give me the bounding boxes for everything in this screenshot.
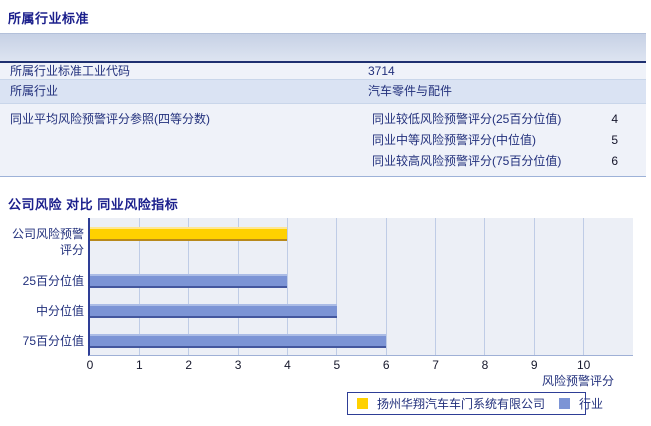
section-title-risk-comparison: 公司风险 对比 同业风险指标 xyxy=(8,197,179,212)
x-tick-label: 4 xyxy=(284,358,291,372)
chart-x-axis-label: 风险预警评分 xyxy=(541,374,614,388)
table-row-industry: 所属行业 汽车零件与配件 xyxy=(0,80,646,104)
subrow-low-risk: 同业较低风险预警评分(25百分位值) 4 xyxy=(368,109,646,130)
x-tick-label: 9 xyxy=(530,358,538,372)
chart-category-label: 公司风险预警 评分 xyxy=(11,227,84,257)
legend-swatch-industry xyxy=(559,398,571,409)
subrow-value: 4 xyxy=(611,112,618,126)
x-tick-label: 8 xyxy=(481,358,489,372)
table-row-industry-code: 所属行业标准工业代码 3714 xyxy=(0,63,646,80)
industry-risk-report-page: 所属行业标准 所属行业标准工业代码 3714 所属行业 汽车零件与配件 同业平均… xyxy=(0,0,651,426)
gridline xyxy=(484,218,486,355)
chart-category-label: 中分位值 xyxy=(35,304,84,318)
x-tick-label: 0 xyxy=(86,358,94,372)
chart-category-labels: 公司风险预警 评分 25百分位值中分位值 75百分位值 xyxy=(6,218,84,356)
x-tick-label: 7 xyxy=(432,358,439,372)
legend-label-company: 扬州华翔汽车车门系统有限公司 xyxy=(377,397,546,411)
legend-swatch-company xyxy=(357,398,368,409)
x-tick-label: 2 xyxy=(185,358,193,372)
row-label: 所属行业标准工业代码 xyxy=(10,64,131,78)
chart-category-label: 75百分位值 xyxy=(22,334,84,348)
x-tick-label: 6 xyxy=(382,358,390,372)
subrow-value: 6 xyxy=(611,154,618,168)
chart-bar-industry xyxy=(90,304,337,318)
table-header-band xyxy=(0,33,646,63)
x-tick-label: 1 xyxy=(136,358,143,372)
subrow-value: 5 xyxy=(611,133,618,147)
subrow-label: 同业中等风险预警评分(中位值) xyxy=(372,133,536,147)
subrow-medium-risk: 同业中等风险预警评分(中位值) 5 xyxy=(368,130,646,151)
chart-bar-industry xyxy=(90,334,387,348)
chart-bar-industry xyxy=(90,274,288,288)
legend-label-industry: 行业 xyxy=(579,397,604,411)
peer-score-subrows: 同业较低风险预警评分(25百分位值) 4 同业中等风险预警评分(中位值) 5 同… xyxy=(368,109,646,172)
subrow-label: 同业较高风险预警评分(75百分位值) xyxy=(372,154,562,168)
section-title-industry-standard: 所属行业标准 xyxy=(8,11,90,26)
chart-category-label: 25百分位值 xyxy=(22,274,84,288)
row-label: 同业平均风险预警评分参照(四等分数) xyxy=(10,112,210,126)
industry-standard-table: 所属行业标准工业代码 3714 所属行业 汽车零件与配件 同业平均风险预警评分参… xyxy=(0,33,646,177)
subrow-label: 同业较低风险预警评分(25百分位值) xyxy=(372,112,562,126)
chart-legend: 扬州华翔汽车车门系统有限公司 行业 xyxy=(347,392,603,415)
subrow-high-risk: 同业较高风险预警评分(75百分位值) 6 xyxy=(368,151,646,172)
row-value: 汽车零件与配件 xyxy=(368,84,453,98)
row-label: 所属行业 xyxy=(10,84,59,98)
gridline xyxy=(533,218,535,355)
table-row-peer-score-reference: 同业平均风险预警评分参照(四等分数) 同业较低风险预警评分(25百分位值) 4 … xyxy=(0,104,646,177)
x-tick-label: 5 xyxy=(333,358,341,372)
gridline xyxy=(435,218,437,355)
chart-bar-company xyxy=(90,227,288,241)
x-tick-label: 10 xyxy=(576,358,591,372)
risk-comparison-chart-plot xyxy=(88,218,633,356)
chart-x-axis-ticks: 0 1 2 3 4 5 6 7 8 9 10 xyxy=(86,358,633,372)
x-tick-label: 3 xyxy=(234,358,242,372)
row-value: 3714 xyxy=(368,64,395,78)
gridline xyxy=(583,218,585,355)
